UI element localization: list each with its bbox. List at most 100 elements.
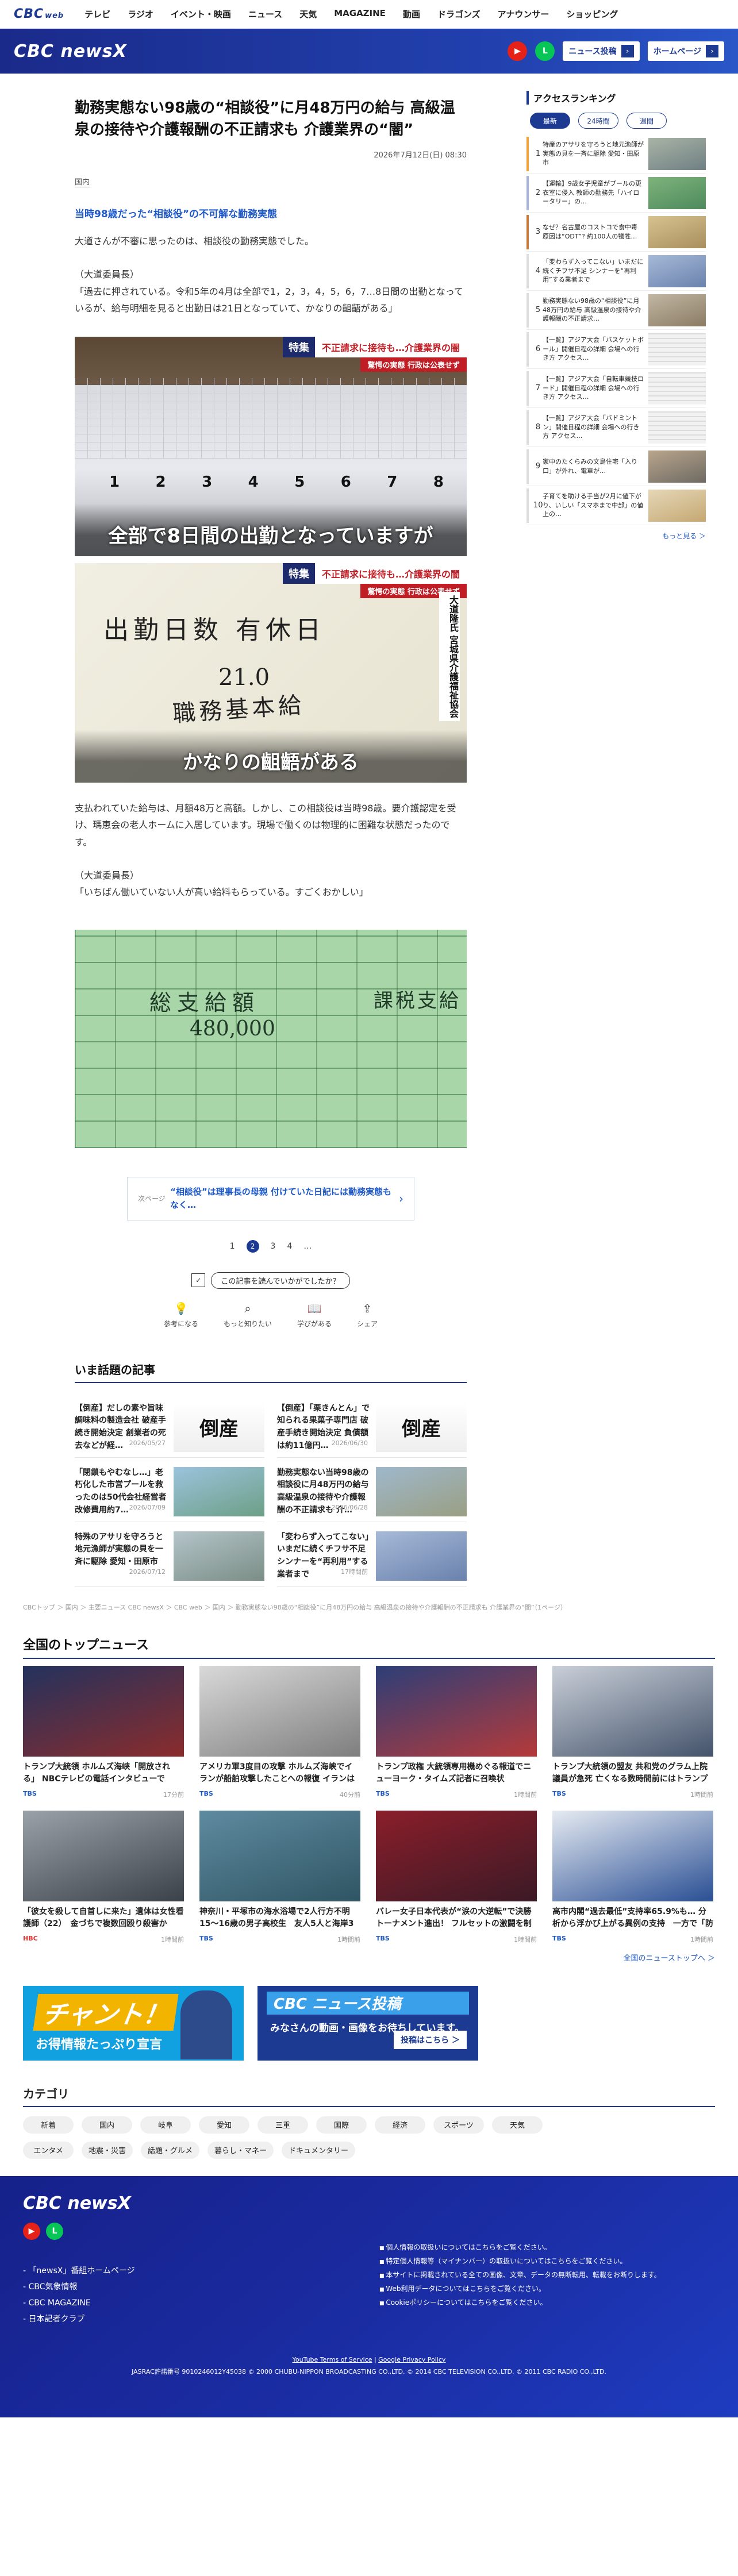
nav-item-events[interactable]: イベント・映画 [171, 8, 231, 20]
news-card[interactable]: バレー女子日本代表が“涙の大逆転”で決勝トーナメント進出！ フルセットの激闘を制… [376, 1810, 537, 1944]
ranking-item[interactable]: 6 【一覧】アジア大会「バスケットボール」開催日程の詳細 会場への行き方 アクセス… [526, 330, 706, 369]
ranking-list: 1 特産のアサリを守ろうと地元漁師が実態の貝を一斉に駆除 愛知・田原市 2 【運輸】… [526, 134, 706, 525]
ranking-item[interactable]: 4 「変わらず入ってこない」いまだに続くチフサ不足 シンナーを“再利用”する業者ま… [526, 252, 706, 291]
topic-item[interactable]: 勤務実態ない当時98歳の相談役に月48万円の給与 高級温泉の接待や介護報酬の不正… [277, 1458, 467, 1522]
news-card[interactable]: トランプ大統領 ホルムズ海峡「開放される」 NBCテレビの電話インタビューで TB… [23, 1665, 184, 1799]
line-icon[interactable]: L [535, 41, 555, 61]
nav-item-shopping[interactable]: ショッピング [566, 8, 618, 20]
license-text: JASRAC許諾番号 9010246012Y45038 [132, 2367, 247, 2375]
youtube-icon[interactable]: ▶ [508, 41, 528, 61]
footer-notices: 個人情報の取扱いについてはこちらをご覧ください。 特定個人情報等（マイナンバー）… [379, 2240, 661, 2309]
news-card[interactable]: 「彼女を殺して自首しに来た」遺体は女性看護師（22） 金づちで複数回殴り殺害か … [23, 1810, 184, 1944]
ranking-item[interactable]: 5 勤務実態ない98歳の“相談役”に月48万円の給与 高級温泉の接待や介護報酬の不… [526, 291, 706, 330]
nav-item-announcer[interactable]: アナウンサー [498, 8, 549, 20]
category-chip[interactable]: 天気 [492, 2116, 543, 2134]
footer-logo[interactable]: CBC newsX [23, 2193, 715, 2213]
reaction-know-more[interactable]: ⌕ もっと知りたい [224, 1302, 272, 1329]
youtube-icon[interactable]: ▶ [23, 2222, 40, 2240]
line-icon[interactable]: L [46, 2222, 63, 2240]
tab-weekly[interactable]: 週間 [626, 113, 667, 129]
ranking-item[interactable]: 1 特産のアサリを守ろうと地元漁師が実態の貝を一斉に駆除 愛知・田原市 [526, 134, 706, 174]
category-chip[interactable]: 愛知 [199, 2116, 249, 2134]
category-chip[interactable]: 暮らし・マネー [207, 2141, 274, 2159]
homepage-button[interactable]: ホームページ › [647, 41, 724, 61]
news-post-banner[interactable]: CBC ニュース投稿 みなさんの動画・画像をお待ちしています。 投稿はこちら ＞ [257, 1985, 478, 2061]
next-page-link[interactable]: 次ページ “相談役”は理事長の母親 付けていた日記には勤務実態もなく… › [127, 1176, 414, 1220]
category-chip[interactable]: スポーツ [433, 2116, 484, 2134]
page-link[interactable]: 1 [230, 1242, 235, 1251]
nav-item-radio[interactable]: ラジオ [128, 8, 153, 20]
ranking-more-link[interactable]: もっと見る ＞ [526, 531, 706, 541]
tab-24h[interactable]: 24時間 [578, 113, 618, 129]
notice-link[interactable]: 特定個人情報等（マイナンバー）の取扱いについてはこちらをご覧ください。 [379, 2254, 661, 2268]
nav-item-dragons[interactable]: ドラゴンズ [437, 8, 481, 20]
page-link[interactable]: 4 [287, 1242, 292, 1251]
reaction-share[interactable]: ⇪ シェア [357, 1302, 378, 1329]
category-heading: カテゴリ [23, 2085, 715, 2107]
chant-banner[interactable]: チャント！ お得情報たっぷり宣言 [23, 1985, 244, 2061]
topic-item[interactable]: 【倒産】「栗きんとん」で知られる果菓子専門店 破産手続き開始決定 負債額は約11… [277, 1393, 467, 1458]
youtube-terms-link[interactable]: YouTube Terms of Service [293, 2356, 372, 2363]
tab-latest[interactable]: 最新 [530, 113, 570, 129]
topic-item[interactable]: 特殊のアサリを守ろうと地元漁師が実態の貝を一斉に駆除 愛知・田原市 2026/07… [75, 1522, 264, 1587]
topic-item[interactable]: 「閉鎖もやむなし…」老朽化した市営プールを救ったのは50代会社経営者 改修費用約… [75, 1458, 264, 1522]
article-image-payslip: 出勤日数 有休日 21.0 職務基本給 特集 不正請求に接待も…介護業界の闇 驚愕… [75, 563, 467, 783]
category-chip[interactable]: 国際 [316, 2116, 367, 2134]
topic-thumbnail [174, 1466, 264, 1516]
reaction-helpful[interactable]: 💡 参考になる [164, 1302, 198, 1329]
paragraph: 大道さんが不審に思ったのは、相談役の勤務実態でした。 [75, 236, 314, 247]
nav-item-weather[interactable]: 天気 [299, 8, 317, 20]
national-news-more-link[interactable]: 全国のニューストップへ ＞ [23, 1952, 715, 1963]
pagination: 1 2 3 4 … [75, 1239, 467, 1253]
privacy-link[interactable]: Google Privacy Policy [378, 2356, 445, 2363]
reaction-buttons: 💡 参考になる ⌕ もっと知りたい 📖 学びがある ⇪ シェア [75, 1302, 467, 1329]
notice-link[interactable]: Cookieポリシーについてはこちらをご覧ください。 [379, 2296, 661, 2309]
news-card[interactable]: トランプ大統領の盟友 共和党のグラム上院議員が急死 亡くなる数時間前にはトランプ… [552, 1665, 713, 1799]
post-here-button[interactable]: 投稿はこちら ＞ [394, 2030, 467, 2049]
breadcrumb[interactable]: CBCトップ ＞ 国内 ＞ 主要ニュース CBC newsX ＞ CBC web… [23, 1603, 612, 1612]
category-chip[interactable]: 新着 [23, 2116, 74, 2134]
category-chip[interactable]: 話題・グルメ [141, 2141, 200, 2159]
news-card[interactable]: 神奈川・平塚市の海水浴場で2人行方不明 15〜16歳の男子高校生 友人5人と海岸… [199, 1810, 360, 1944]
reaction-learning[interactable]: 📖 学びがある [297, 1302, 332, 1329]
category-chip[interactable]: 三重 [257, 2116, 308, 2134]
article-image-salary: 総支給額 480,000 課税支給 [75, 929, 467, 1148]
ranking-item[interactable]: 8 【一覧】アジア大会「バドミントン」開催日程の詳細 会場への行き方 アクセス… [526, 408, 706, 447]
article-image-attendance: 特集 不正請求に接待も…介護業界の闇 驚愕の実態 行政は公表せず 12345678… [75, 336, 467, 556]
category-tag[interactable]: 国内 [75, 176, 90, 188]
category-chip[interactable]: エンタメ [23, 2141, 74, 2159]
ranking-tabs: 最新 24時間 週間 [530, 113, 706, 129]
nav-item-magazine[interactable]: MAGAZINE [334, 8, 386, 20]
news-card[interactable]: 高市内閣“過去最低”支持率65.9%も… 分析から浮かび上がる異例の支持 一方で… [552, 1810, 713, 1944]
topic-item[interactable]: 【倒産】だしの素や旨味調味料の製造会社 破産手続き開始決定 創業者の死去などが経… [75, 1393, 264, 1458]
arrow-icon: › [621, 45, 634, 57]
notice-link[interactable]: 個人情報の取扱いについてはこちらをご覧ください。 [379, 2240, 661, 2254]
cbc-web-logo[interactable]: CBC web [14, 7, 64, 21]
topics-list: 【倒産】だしの素や旨味調味料の製造会社 破産手続き開始決定 創業者の死去などが経… [75, 1393, 467, 1587]
category-chip[interactable]: ドキュメンタリー [282, 2141, 356, 2159]
article-date: 2026年7月12日(日) 08:30 [374, 151, 467, 160]
category-chip[interactable]: 経済 [375, 2116, 425, 2134]
category-chip[interactable]: 地震・災害 [82, 2141, 133, 2159]
notice-link[interactable]: Web利用データについてはこちらをご覧ください。 [379, 2282, 661, 2296]
notice-link[interactable]: 本サイトに掲載されている全ての画像、文章、データの無断転用、転載をお断りします。 [379, 2268, 660, 2282]
nav-item-tv[interactable]: テレビ [84, 8, 110, 20]
topic-item[interactable]: 「変わらず入ってこない」いまだに続くチフサ不足 シンナーを“再利用”する業者まで… [277, 1522, 467, 1587]
nav-item-video[interactable]: 動画 [403, 8, 420, 20]
category-chip[interactable]: 国内 [82, 2116, 132, 2134]
category-chip[interactable]: 岐阜 [140, 2116, 191, 2134]
ranking-item[interactable]: 7 【一覧】アジア大会「自転車競技ロード」開催日程の詳細 会場への行き方 アクセス… [526, 369, 706, 408]
ranking-item[interactable]: 10 子育てを助ける手当が2月に値下がり、いしい「スマホまで中部」の値上の… [526, 486, 706, 525]
nav-item-news[interactable]: ニュース [248, 8, 282, 20]
page-link[interactable]: 3 [271, 1242, 276, 1251]
news-card[interactable]: アメリカ軍3度目の攻撃 ホルムズ海峡でイランが船舶攻撃したことへの報復 イランは… [199, 1665, 360, 1799]
footer-link[interactable]: 日本記者クラブ [23, 2311, 715, 2327]
newsx-logo[interactable]: CBC newsX [14, 41, 127, 61]
ranking-item[interactable]: 2 【運輸】9歳女子児童がプールの更衣室に侵入 教師の勤務先「ハイロータリー」の… [526, 174, 706, 213]
news-card[interactable]: トランプ政権 大統領専用機めぐる報道でニューヨーク・タイムズ記者に召喚状 TBS 1… [376, 1665, 537, 1799]
ranking-item[interactable]: 9 家中のたくらみの文鳥住宅「入り口」が外れ、電車が… [526, 447, 706, 486]
topic-thumbnail [376, 1466, 467, 1516]
ledger-grid [75, 378, 467, 459]
news-post-button[interactable]: ニュース投稿 › [563, 41, 640, 61]
ranking-item[interactable]: 3 なぜ？名古屋のコストコで食中毒 原因は“ODT”? 約100人の犠牲… [526, 213, 706, 252]
